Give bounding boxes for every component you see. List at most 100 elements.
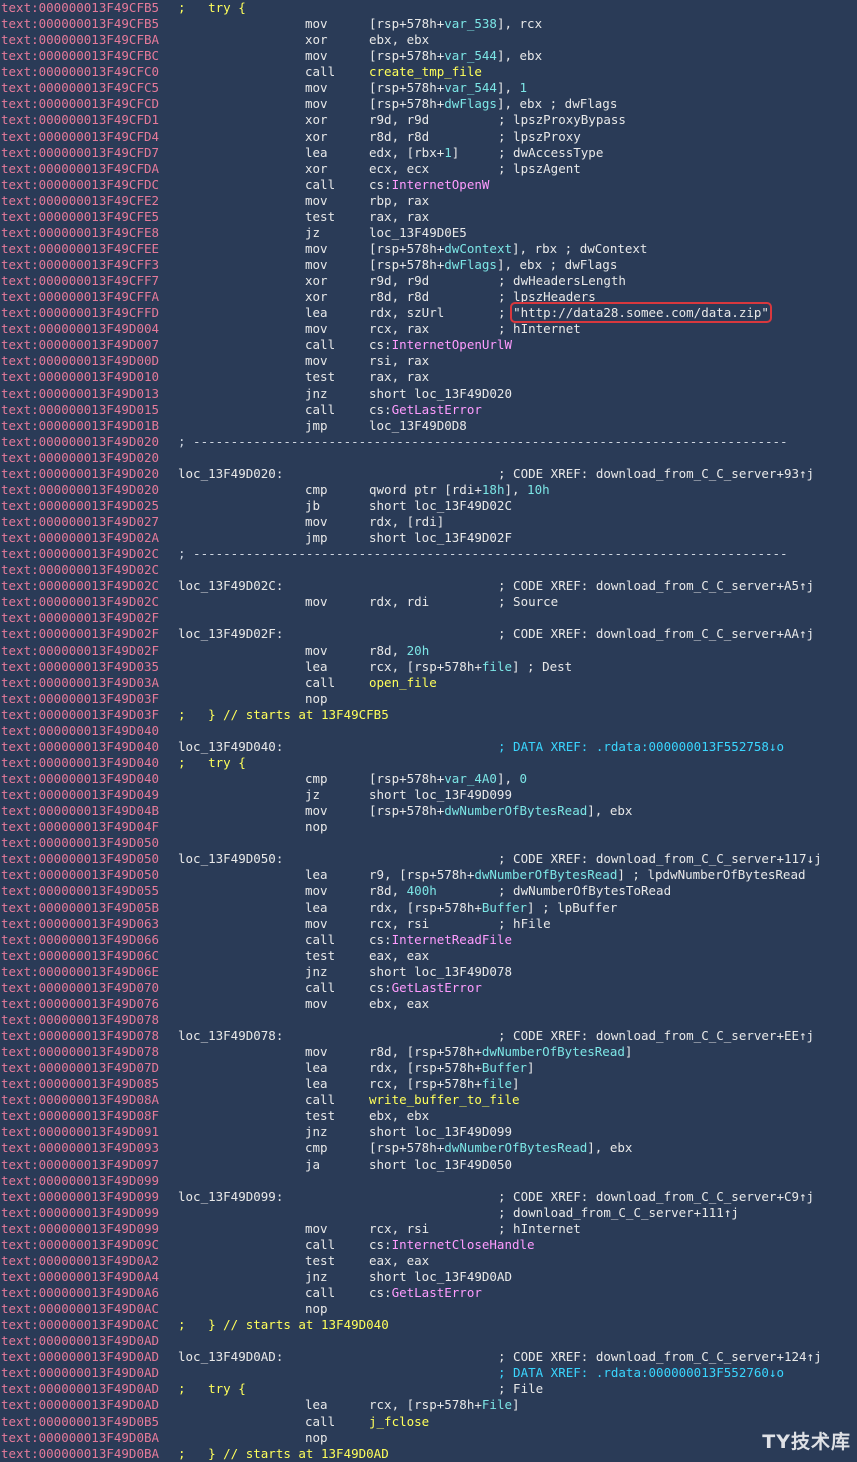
listing-line[interactable]: text:000000013F49D0AC nop [0, 1301, 857, 1317]
operand-text[interactable]: dwNumberOfBytesRead [474, 867, 617, 882]
operand-text[interactable]: GetLastError [392, 1285, 482, 1300]
listing-line[interactable]: text:000000013F49D050 loc_13F49D050: ; COD… [0, 851, 857, 867]
listing-line[interactable]: text:000000013F49D0AD ; DATA XREF: .rdata… [0, 1365, 857, 1381]
listing-line[interactable]: text:000000013F49CFF7 xor r9d, r9d ; dwHead… [0, 273, 857, 289]
listing-line[interactable]: text:000000013F49D0A2 test eax, eax [0, 1253, 857, 1269]
listing-line[interactable]: text:000000013F49D02A jmp short loc_13F49D… [0, 530, 857, 546]
listing-line[interactable]: text:000000013F49D020 loc_13F49D020: ; COD… [0, 466, 857, 482]
listing-line[interactable]: text:000000013F49D099 loc_13F49D099: ; COD… [0, 1189, 857, 1205]
listing-line[interactable]: text:000000013F49D050 lea r9, [rsp+578h+dw… [0, 867, 857, 883]
listing-line[interactable]: text:000000013F49D08F test ebx, ebx [0, 1108, 857, 1124]
operand-text[interactable]: dwNumberOfBytesRead [444, 1140, 587, 1155]
listing-line[interactable]: text:000000013F49D0BA ; } // starts at 13… [0, 1446, 857, 1462]
listing-line[interactable]: text:000000013F49D070 call cs:GetLastError [0, 980, 857, 996]
listing-line[interactable]: text:000000013F49D0B5 call j_fclose [0, 1414, 857, 1430]
listing-line[interactable]: text:000000013F49D020 ; -----------------… [0, 434, 857, 450]
listing-line[interactable]: text:000000013F49D013 jnz short loc_13F49D… [0, 386, 857, 402]
listing-line[interactable]: text:000000013F49D040 loc_13F49D040: ; DAT… [0, 739, 857, 755]
listing-line[interactable]: text:000000013F49D05B lea rdx, [rsp+578h+B… [0, 900, 857, 916]
listing-line[interactable]: text:000000013F49D078 mov r8d, [rsp+578h+d… [0, 1044, 857, 1060]
listing-line[interactable]: text:000000013F49D020 cmp qword ptr [rdi+1… [0, 482, 857, 498]
listing-line[interactable]: text:000000013F49D09C call cs:InternetClos… [0, 1237, 857, 1253]
listing-line[interactable]: text:000000013F49D0AD [0, 1333, 857, 1349]
listing-line[interactable]: text:000000013F49D020 [0, 450, 857, 466]
listing-line[interactable]: text:000000013F49D004 mov rcx, rax ; hInter… [0, 321, 857, 337]
listing-line[interactable]: text:000000013F49D01B jmp loc_13F49D0D8 [0, 418, 857, 434]
listing-line[interactable]: text:000000013F49D010 test rax, rax [0, 369, 857, 385]
listing-line[interactable]: text:000000013F49CFBA xor ebx, ebx [0, 32, 857, 48]
listing-line[interactable]: text:000000013F49D076 mov ebx, eax [0, 996, 857, 1012]
listing-line[interactable]: text:000000013F49D0AD lea rcx, [rsp+578h+F… [0, 1397, 857, 1413]
listing-line[interactable]: text:000000013F49D04F nop [0, 819, 857, 835]
operand-text[interactable]: dwFlags [444, 257, 497, 272]
listing-line[interactable]: text:000000013F49D04B mov [rsp+578h+dwNumb… [0, 803, 857, 819]
disassembly-listing[interactable]: text:000000013F49CFB5; try {text:0000000… [0, 0, 857, 1462]
listing-line[interactable]: text:000000013F49D050 [0, 835, 857, 851]
listing-line[interactable]: text:000000013F49D049 jz short loc_13F49D0… [0, 787, 857, 803]
listing-line[interactable]: text:000000013F49CFC0 call create_tmp_file [0, 64, 857, 80]
listing-line[interactable]: text:000000013F49D03F ; } // starts at 13… [0, 707, 857, 723]
operand-text[interactable]: dwFlags [444, 96, 497, 111]
listing-line[interactable]: text:000000013F49D0A4 jnz short loc_13F49D… [0, 1269, 857, 1285]
listing-line[interactable]: text:000000013F49D025 jb short loc_13F49D0… [0, 498, 857, 514]
operand-text[interactable]: file [482, 1076, 512, 1091]
listing-line[interactable]: text:000000013F49CFEE mov [rsp+578h+dwCont… [0, 241, 857, 257]
listing-line[interactable]: text:000000013F49D063 mov rcx, rsi ; hFile [0, 916, 857, 932]
operand-text[interactable]: InternetReadFile [392, 932, 512, 947]
listing-line[interactable]: text:000000013F49D097 ja short loc_13F49D0… [0, 1157, 857, 1173]
listing-line[interactable]: text:000000013F49D085 lea rcx, [rsp+578h+f… [0, 1076, 857, 1092]
listing-line[interactable]: text:000000013F49D02C mov rdx, rdi ; Source [0, 594, 857, 610]
listing-line[interactable]: text:000000013F49D093 cmp [rsp+578h+dwNumb… [0, 1140, 857, 1156]
listing-line[interactable]: text:000000013F49D00D mov rsi, rax [0, 353, 857, 369]
operand-text[interactable]: var_538 [444, 16, 497, 31]
listing-line[interactable]: text:000000013F49D02C ; -----------------… [0, 546, 857, 562]
listing-line[interactable]: text:000000013F49CFBC mov [rsp+578h+var_54… [0, 48, 857, 64]
listing-line[interactable]: text:000000013F49D027 mov rdx, [rdi] [0, 514, 857, 530]
listing-line[interactable]: text:000000013F49D040 cmp [rsp+578h+var_4A… [0, 771, 857, 787]
operand-text[interactable]: InternetOpenUrlW [392, 337, 512, 352]
listing-line[interactable]: text:000000013F49CFF3 mov [rsp+578h+dwFlag… [0, 257, 857, 273]
listing-line[interactable]: text:000000013F49D099 [0, 1173, 857, 1189]
listing-line[interactable]: text:000000013F49CFD4 xor r8d, r8d ; lpszPr… [0, 129, 857, 145]
listing-line[interactable]: text:000000013F49D0AD ; try {; File [0, 1381, 857, 1397]
listing-line[interactable]: text:000000013F49CFFD lea rdx, szUrl; "htt… [0, 302, 857, 324]
listing-line[interactable]: text:000000013F49D03A call open_file [0, 675, 857, 691]
operand-text[interactable]: GetLastError [392, 402, 482, 417]
operand-text[interactable]: var_544 [444, 48, 497, 63]
listing-line[interactable]: text:000000013F49D078 loc_13F49D078: ; COD… [0, 1028, 857, 1044]
listing-line[interactable]: text:000000013F49D007 call cs:InternetOpen… [0, 337, 857, 353]
listing-line[interactable]: text:000000013F49D02C loc_13F49D02C: ; COD… [0, 578, 857, 594]
listing-line[interactable]: text:000000013F49D0AD loc_13F49D0AD: ; COD… [0, 1349, 857, 1365]
operand-text[interactable]: InternetOpenW [392, 177, 490, 192]
listing-line[interactable]: text:000000013F49D02C [0, 562, 857, 578]
listing-line[interactable]: text:000000013F49D099 mov rcx, rsi ; hInter… [0, 1221, 857, 1237]
operand-text[interactable]: var_544 [444, 80, 497, 95]
listing-line[interactable]: text:000000013F49D015 call cs:GetLastError [0, 402, 857, 418]
listing-line[interactable]: text:000000013F49D099 ; download_from_C_C… [0, 1205, 857, 1221]
listing-line[interactable]: text:000000013F49CFDA xor ecx, ecx ; lpszAg… [0, 161, 857, 177]
listing-line[interactable]: text:000000013F49D0BA nop [0, 1430, 857, 1446]
listing-line[interactable]: text:000000013F49D02F mov r8d, 20h [0, 643, 857, 659]
listing-line[interactable]: text:000000013F49D078 [0, 1012, 857, 1028]
operand-text[interactable]: dwNumberOfBytesRead [482, 1044, 625, 1059]
operand-text[interactable]: Buffer [482, 1060, 527, 1075]
operand-text[interactable]: InternetCloseHandle [392, 1237, 535, 1252]
listing-line[interactable]: text:000000013F49CFE2 mov rbp, rax [0, 193, 857, 209]
operand-text[interactable]: Buffer [482, 900, 527, 915]
listing-line[interactable]: text:000000013F49D03F nop [0, 691, 857, 707]
listing-line[interactable]: text:000000013F49D040 [0, 723, 857, 739]
listing-line[interactable]: text:000000013F49D02F loc_13F49D02F: ; COD… [0, 626, 857, 642]
listing-line[interactable]: text:000000013F49D066 call cs:InternetRead… [0, 932, 857, 948]
listing-line[interactable]: text:000000013F49D07D lea rdx, [rsp+578h+B… [0, 1060, 857, 1076]
listing-line[interactable]: text:000000013F49CFCD mov [rsp+578h+dwFlag… [0, 96, 857, 112]
listing-line[interactable]: text:000000013F49CFFA xor r8d, r8d ; lpszHe… [0, 289, 857, 305]
listing-line[interactable]: text:000000013F49CFB5 mov [rsp+578h+var_53… [0, 16, 857, 32]
operand-text[interactable]: dwContext [444, 241, 512, 256]
listing-line[interactable]: text:000000013F49D040 ; try { [0, 755, 857, 771]
listing-line[interactable]: text:000000013F49CFD7 lea edx, [rbx+1] ; dw… [0, 145, 857, 161]
listing-line[interactable]: text:000000013F49CFDC call cs:InternetOpen… [0, 177, 857, 193]
listing-line[interactable]: text:000000013F49D055 mov r8d, 400h ; dwNum… [0, 883, 857, 899]
operand-text[interactable]: var_4A0 [444, 771, 497, 786]
listing-line[interactable]: text:000000013F49CFD1 xor r9d, r9d ; lpszPr… [0, 112, 857, 128]
listing-line[interactable]: text:000000013F49D0A6 call cs:GetLastError [0, 1285, 857, 1301]
